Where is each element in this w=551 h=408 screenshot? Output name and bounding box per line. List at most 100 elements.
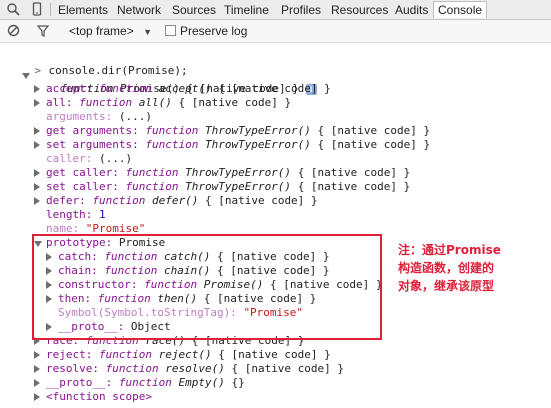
collapse-toggle-icon[interactable] [34,141,40,149]
function-body: { [native code] } [218,348,331,361]
function-keyword: function [118,376,172,389]
property-name: __proto__: [46,376,113,389]
function-keyword: function [105,362,159,375]
function-signature: ThrowTypeError() [204,138,311,151]
collapse-toggle-icon[interactable] [34,127,40,135]
collapse-toggle-icon[interactable] [34,379,40,387]
function-signature: reject() [158,348,212,361]
annotation-line: 注：通过Promise [398,243,501,257]
chevron-down-icon: ▼ [143,27,152,37]
function-keyword: function [125,166,179,179]
function-signature: ThrowTypeError() [185,180,292,193]
function-keyword: function [125,180,179,193]
frame-select-value: <top frame> [69,24,134,38]
function-signature: accept() [158,82,212,95]
tab-sources[interactable]: Sources [172,2,216,18]
property-row[interactable]: resolve: function resolve() { [native co… [46,362,344,376]
toolbar-separator [50,3,51,16]
property-row[interactable]: arguments: (...) [46,110,152,124]
function-keyword: function [145,124,199,137]
property-row[interactable]: accept: function accept() { [native code… [46,82,331,96]
collapse-toggle-icon[interactable] [34,351,40,359]
tab-network[interactable]: Network [117,2,161,18]
collapse-toggle-icon[interactable] [34,183,40,191]
property-name: set arguments: [46,138,139,151]
property-row[interactable]: <function scope> [46,390,152,404]
property-value: (...) [98,152,133,165]
device-mode-icon[interactable] [30,2,44,16]
function-body: { [native code] } [204,194,318,207]
property-row[interactable]: set caller: function ThrowTypeError() { … [46,180,410,194]
property-name: get caller: [46,166,119,179]
devtools-toolbar: Elements Network Sources Timeline Profil… [0,0,551,20]
collapse-toggle-icon[interactable] [34,197,40,205]
property-row[interactable]: __proto__: function Empty() {} [46,376,245,390]
clear-console-icon[interactable] [7,24,20,40]
property-name: defer: [46,194,86,207]
property-row[interactable]: reject: function reject() { [native code… [46,348,331,362]
collapse-toggle-icon[interactable] [34,99,40,107]
collapse-toggle-icon[interactable] [34,169,40,177]
tab-console[interactable]: Console [433,1,488,18]
console-filter-bar: <top frame> ▼ Preserve log [0,20,551,43]
property-row[interactable]: set arguments: function ThrowTypeError()… [46,138,430,152]
property-name: set caller: [46,180,119,193]
function-body: { [native code] } [297,166,411,179]
function-signature: all() [138,96,172,109]
property-row[interactable]: defer: function defer() { [native code] … [46,194,318,208]
function-signature: ThrowTypeError() [204,124,311,137]
property-name: <function scope> [46,390,152,403]
function-signature: Empty() [178,376,225,389]
tab-resources[interactable]: Resources [331,2,388,18]
annotation-note: 注：通过Promise 构造函数，创建的 对象，继承该原型 [398,241,548,295]
function-keyword: function [98,348,152,361]
function-keyword: function [98,82,152,95]
property-value: (...) [118,110,152,123]
property-row[interactable]: caller: (...) [46,152,132,166]
collapse-toggle-icon[interactable] [34,365,40,373]
frame-select[interactable]: <top frame> ▼ [69,24,152,38]
tab-elements[interactable]: Elements [58,2,108,18]
property-name: all: [46,96,73,109]
property-name: get arguments: [46,124,139,137]
annotation-highlight-box [32,234,382,340]
preserve-log-label: Preserve log [180,24,248,38]
function-keyword: function [92,194,146,207]
property-row[interactable]: get arguments: function ThrowTypeError()… [46,124,430,138]
collapse-toggle-icon[interactable] [34,393,40,401]
function-signature: resolve() [165,362,225,375]
function-body: { [native code] } [297,180,411,193]
function-body: { [native code] } [317,124,431,137]
console-command: console.dir(Promise); [48,64,188,77]
property-row[interactable]: length: 1 [46,208,106,222]
function-body: { [native code] } [178,96,292,109]
function-keyword: function [145,138,199,151]
collapse-toggle-icon[interactable] [34,85,40,93]
function-signature: defer() [151,194,199,207]
console-output: > console.dir(Promise); function Promise… [0,43,551,408]
function-keyword: function [79,96,133,109]
property-name: accept: [46,82,93,95]
function-body: { [native code] } [218,82,331,95]
property-name: resolve: [46,362,99,375]
function-body: { [native code] } [231,362,345,375]
function-signature: ThrowTypeError() [185,166,292,179]
tab-profiles[interactable]: Profiles [281,2,321,18]
function-body: {} [231,376,245,389]
property-name: reject: [46,348,93,361]
tree-root[interactable]: function Promise() { [native code] } i [34,68,317,95]
property-name: length: [46,208,93,221]
property-row[interactable]: all: function all() { [native code] } [46,96,291,110]
property-value: 1 [98,208,106,221]
annotation-line: 构造函数，创建的 [398,261,495,275]
filter-icon[interactable] [36,25,50,40]
inspect-element-icon[interactable] [6,2,20,16]
expand-toggle-icon[interactable] [22,73,30,79]
tab-timeline[interactable]: Timeline [224,2,269,18]
property-name: arguments: [46,110,113,123]
property-name: caller: [46,152,93,165]
function-body: { [native code] } [317,138,431,151]
preserve-log-checkbox[interactable] [165,25,176,36]
property-row[interactable]: get caller: function ThrowTypeError() { … [46,166,410,180]
tab-audits[interactable]: Audits [395,2,428,18]
